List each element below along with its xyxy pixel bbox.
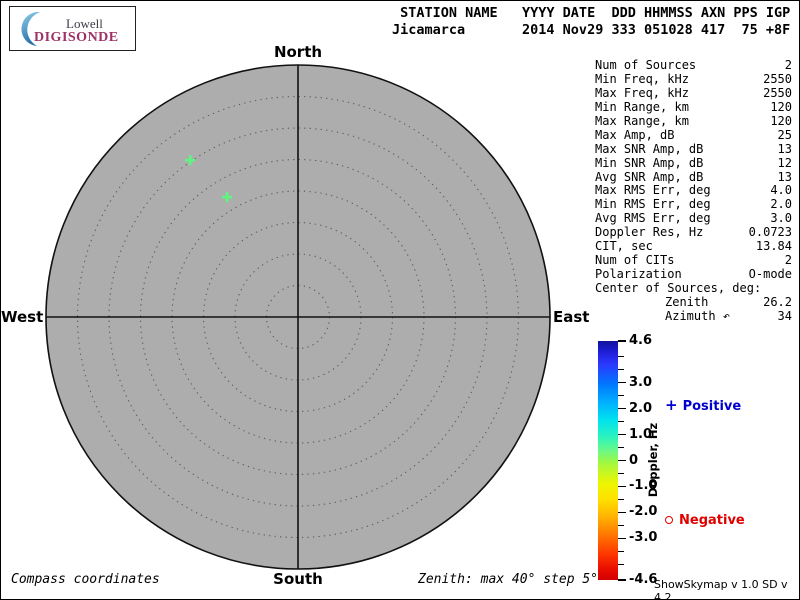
stat-value: 2 — [784, 253, 792, 268]
colorbar-major-tick — [618, 433, 626, 436]
colorbar-major-tick — [618, 579, 626, 581]
coordinates-note: Compass coordinates — [11, 572, 160, 587]
stat-value: 26.2 — [763, 294, 792, 309]
legend-positive: + Positive — [665, 396, 741, 414]
legend-negative: Negative — [665, 513, 745, 528]
doppler-colorbar — [598, 341, 618, 580]
colorbar-minor-tick — [618, 368, 624, 371]
colorbar-major-tick — [618, 511, 626, 514]
stat-value: 2 — [784, 58, 792, 72]
stat-label: Azimuth ↶ — [665, 308, 731, 323]
stat-value: 12 — [777, 155, 792, 170]
plus-marker-icon: + — [665, 396, 678, 414]
stat-row: Max Freq, kHz 2550 — [595, 85, 792, 101]
legend-positive-label: Positive — [682, 399, 742, 414]
colorbar-major-tick — [618, 381, 626, 384]
stat-value: 34 — [777, 308, 792, 323]
colorbar-minor-tick — [618, 563, 624, 566]
stat-value: 25 — [777, 127, 792, 142]
stat-row: Avg SNR Amp, dB 13 — [595, 169, 792, 185]
stat-row: Min Range, km 120 — [595, 99, 792, 115]
stat-label: Avg RMS Err, deg — [595, 211, 711, 226]
stat-value: 120 — [770, 99, 792, 114]
colorbar-major-tick — [618, 485, 626, 488]
stat-value: 120 — [770, 113, 792, 128]
showskymap-window: Lowell DIGISONDE STATION NAME YYYY DATE … — [0, 0, 800, 600]
stat-label: Zenith — [665, 294, 709, 309]
stat-row: Doppler Res, Hz 0.0723 — [595, 225, 792, 240]
stat-value: 13 — [777, 169, 792, 184]
stat-label: Doppler Res, Hz — [595, 225, 704, 240]
stat-row: Min RMS Err, deg 2.0 — [595, 197, 792, 212]
stat-label: Min Freq, kHz — [595, 71, 689, 86]
stat-value: 13 — [777, 141, 792, 156]
colorbar-minor-tick — [618, 446, 624, 449]
stat-row: Max Amp, dB 25 — [595, 127, 792, 143]
stat-row: Avg RMS Err, deg 3.0 — [595, 211, 792, 226]
colorbar-major-tick — [618, 407, 626, 410]
stat-value: 13.84 — [755, 239, 792, 254]
circle-marker-icon — [665, 516, 673, 524]
stat-row: Max RMS Err, deg 4.0 — [595, 183, 792, 198]
stat-value: O-mode — [748, 267, 792, 282]
stat-row: Max Range, km 120 — [595, 113, 792, 129]
stat-value: 4.0 — [770, 183, 792, 198]
stat-row: Azimuth ↶ 34 — [595, 308, 792, 324]
stat-label: Max RMS Err, deg — [595, 183, 711, 198]
colorbar-minor-tick — [618, 524, 624, 527]
stat-label: Num of Sources — [595, 58, 697, 72]
stat-row: Center of Sources, deg: — [595, 281, 792, 296]
stat-label: Center of Sources, deg: — [595, 281, 762, 295]
stat-value: 2.0 — [770, 197, 792, 212]
stat-label: Polarization — [595, 267, 682, 282]
stat-row: Max SNR Amp, dB 13 — [595, 141, 792, 157]
stat-row: Zenith 26.2 — [595, 294, 792, 310]
colorbar-major-tick — [618, 537, 626, 540]
stat-label: Max Range, km — [595, 113, 689, 128]
stat-value: 2550 — [763, 71, 792, 86]
colorbar-tick-label: 0 — [629, 452, 639, 468]
colorbar-major-tick — [618, 340, 626, 342]
zenith-scale-note: Zenith: max 40° step 5° — [418, 572, 599, 587]
colorbar-minor-tick — [618, 355, 624, 358]
stat-row: Num of CITs 2 — [595, 253, 792, 268]
legend-negative-label: Negative — [679, 513, 745, 528]
stat-label: CIT, sec — [595, 239, 653, 254]
stat-label: Max SNR Amp, dB — [595, 141, 704, 156]
stat-label: Min Range, km — [595, 99, 689, 114]
colorbar-minor-tick — [618, 472, 624, 475]
version-credit: ShowSkymap v 1.0 SD v 4.2 — [654, 578, 788, 600]
stats-panel: Num of Sources 2 Min Freq, kHz 2550 Max Freq… — [595, 58, 792, 324]
compass-label-south: South — [273, 570, 323, 588]
stat-label: Num of CITs — [595, 253, 675, 268]
stat-label: Max Amp, dB — [595, 127, 675, 142]
stat-value: 2550 — [763, 85, 792, 100]
compass-label-north: North — [273, 43, 323, 61]
stat-value: 0.0723 — [748, 225, 792, 240]
stat-label: Min SNR Amp, dB — [595, 155, 704, 170]
colorbar-minor-tick — [618, 550, 624, 553]
colorbar-tick-label: 4.6 — [629, 333, 653, 348]
colorbar-axis-label: Doppler, Hz — [646, 422, 660, 498]
compass-label-west: West — [1, 308, 44, 326]
stat-label: Max Freq, kHz — [595, 85, 689, 100]
stat-row: Min SNR Amp, dB 12 — [595, 155, 792, 171]
stat-label: Avg SNR Amp, dB — [595, 169, 704, 184]
stat-row: Polarization O-mode — [595, 267, 792, 282]
stat-value: 3.0 — [770, 211, 792, 226]
stat-label: Min RMS Err, deg — [595, 197, 711, 212]
colorbar-minor-tick — [618, 420, 624, 423]
colorbar-major-tick — [618, 459, 626, 462]
colorbar-minor-tick — [618, 394, 624, 397]
stat-row: Min Freq, kHz 2550 — [595, 71, 792, 87]
stat-row: Num of Sources 2 — [595, 58, 792, 73]
stat-row: CIT, sec 13.84 — [595, 239, 792, 254]
colorbar-minor-tick — [618, 498, 624, 501]
